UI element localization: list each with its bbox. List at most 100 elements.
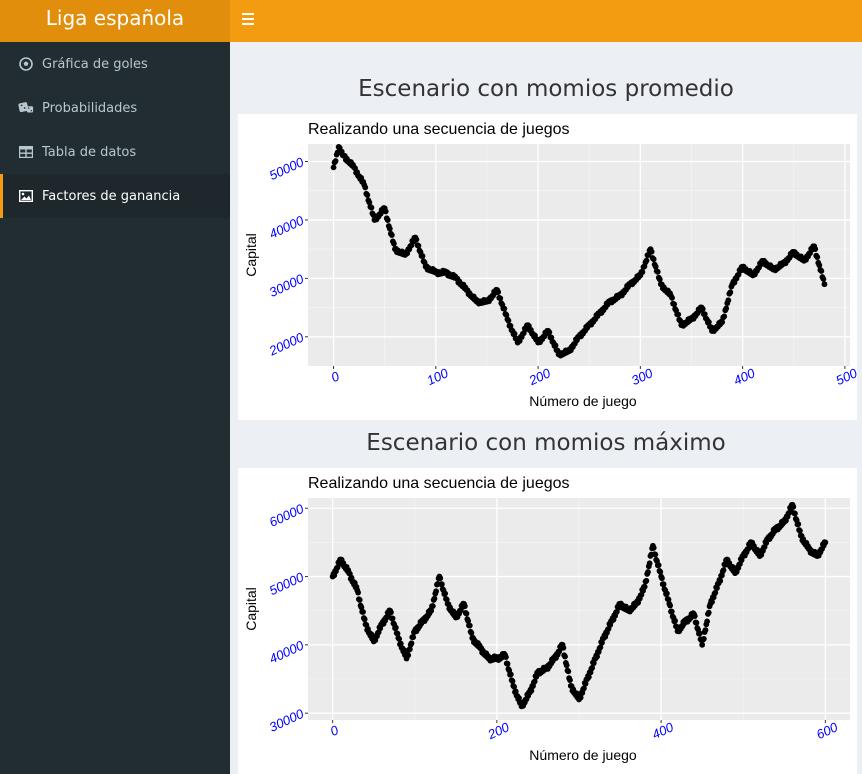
data-point	[655, 562, 662, 569]
data-point	[505, 317, 512, 324]
plot-card-maximo: 30000 40000 50000 60000 0 200 400 600 Realizando…	[238, 468, 857, 774]
data-point	[507, 671, 514, 678]
data-point	[693, 619, 700, 626]
data-point	[386, 225, 393, 232]
x-axis-title: Número de juego	[529, 747, 637, 763]
data-point	[563, 662, 570, 669]
y-tick-label: 50000	[267, 154, 307, 183]
data-point	[650, 544, 657, 551]
data-point	[468, 630, 475, 636]
data-point	[442, 590, 449, 597]
data-point	[652, 551, 659, 558]
app-title[interactable]: Liga española	[0, 0, 230, 42]
data-point	[659, 575, 665, 582]
data-point	[821, 281, 828, 288]
x-tick-label: 100	[424, 365, 451, 388]
data-point	[501, 305, 508, 312]
data-point	[705, 609, 712, 616]
data-point	[405, 652, 412, 659]
y-axis-title: Capital	[243, 233, 259, 277]
data-point	[792, 510, 798, 517]
top-navbar	[230, 0, 862, 42]
data-point	[818, 268, 825, 274]
x-tick-label: 300	[629, 365, 656, 388]
sidebar-item-probabilidades[interactable]: Probabilidades	[0, 86, 230, 130]
data-point	[438, 581, 445, 588]
data-point	[546, 329, 553, 336]
data-point	[408, 640, 415, 647]
data-point	[704, 618, 711, 625]
x-tick-label: 500	[833, 365, 857, 388]
x-tick-label: 400	[731, 365, 758, 388]
chart-title: Realizando una secuencia de juegos	[308, 121, 570, 138]
data-point	[648, 248, 655, 255]
data-point	[364, 192, 371, 198]
data-point	[699, 306, 706, 312]
sidebar-item-tabla-de-datos[interactable]: Tabla de datos	[0, 130, 230, 174]
data-point	[503, 654, 509, 660]
data-point	[415, 242, 422, 249]
data-point	[669, 294, 675, 301]
data-point	[725, 297, 732, 304]
y-axis-title: Capital	[243, 587, 259, 631]
sidebar-item-label: Probabilidades	[42, 100, 138, 116]
data-point	[696, 630, 703, 637]
sidebar-toggle-button[interactable]	[242, 10, 260, 28]
data-point	[667, 602, 674, 609]
data-point	[463, 610, 470, 617]
sidebar-item-label: Factores de ganancia	[42, 188, 181, 204]
y-tick-label: 40000	[267, 637, 307, 666]
data-point	[641, 583, 648, 590]
data-point	[356, 597, 363, 603]
image-icon	[18, 188, 34, 204]
capital-plot-maximo: 30000 40000 50000 60000 0 200 400 600 Realizando…	[243, 475, 850, 763]
x-tick-label: 0	[328, 722, 342, 739]
data-point	[643, 257, 650, 264]
data-point	[646, 560, 653, 567]
data-point	[790, 503, 797, 510]
data-point	[643, 577, 650, 584]
data-point	[663, 590, 670, 597]
data-point	[660, 581, 667, 588]
dice-icon	[18, 100, 34, 116]
data-point	[382, 208, 389, 215]
sidebar: Gráfica de goles Probabilidades Tabla de…	[0, 42, 230, 774]
data-point	[814, 254, 821, 261]
x-tick-label: 0	[329, 368, 343, 385]
data-point	[504, 660, 511, 667]
y-tick-label: 40000	[267, 212, 307, 241]
y-tick-label: 30000	[267, 706, 307, 735]
data-point	[654, 268, 661, 275]
data-point	[720, 567, 727, 574]
table-icon	[18, 144, 34, 160]
data-point	[360, 609, 366, 615]
data-point	[391, 240, 397, 247]
data-point	[431, 595, 438, 602]
data-point	[389, 615, 396, 622]
sidebar-item-grafica-de-goles[interactable]: Gráfica de goles	[0, 42, 230, 86]
data-point	[362, 184, 369, 191]
hamburger-icon	[242, 13, 254, 15]
data-point	[565, 668, 572, 675]
data-point	[388, 232, 395, 238]
data-point	[700, 635, 707, 642]
soccer-ball-icon	[18, 56, 34, 72]
data-point	[812, 246, 819, 252]
sidebar-item-label: Tabla de datos	[42, 144, 137, 160]
data-point	[675, 311, 682, 318]
data-point	[562, 653, 568, 660]
data-point	[368, 204, 375, 211]
data-point	[822, 539, 829, 546]
data-point	[332, 158, 339, 164]
data-point	[699, 641, 706, 648]
data-point	[388, 609, 394, 616]
sidebar-item-factores-de-ganancia[interactable]: Factores de ganancia	[0, 174, 230, 218]
data-point	[461, 603, 468, 610]
x-tick-label: 200	[485, 719, 513, 743]
data-point	[671, 301, 678, 308]
data-point	[691, 613, 698, 620]
data-point	[497, 295, 504, 302]
data-point	[795, 521, 802, 528]
x-tick-label: 400	[650, 719, 677, 742]
data-point	[721, 313, 728, 320]
